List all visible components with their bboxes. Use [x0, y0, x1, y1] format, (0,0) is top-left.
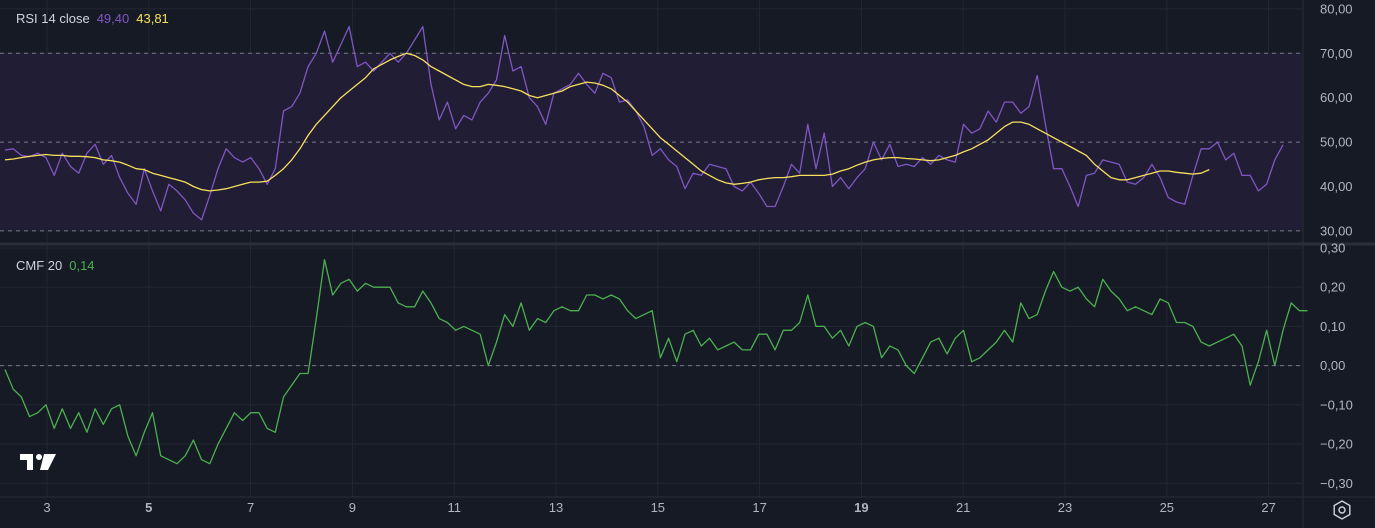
rsi-y-tick-label: 50,00: [1320, 135, 1353, 150]
x-tick-label: 15: [651, 500, 665, 515]
cmf-y-tick-label: −0,20: [1320, 437, 1353, 452]
rsi-y-tick-label: 30,00: [1320, 223, 1353, 238]
x-tick-label: 19: [854, 500, 868, 515]
x-tick-label: 11: [447, 500, 461, 515]
x-tick-label: 3: [43, 500, 50, 515]
x-tick-label: 27: [1261, 500, 1275, 515]
x-tick-label: 17: [752, 500, 766, 515]
rsi-pane[interactable]: [0, 25, 1302, 232]
x-tick-label: 5: [145, 500, 152, 515]
x-tick-label: 21: [956, 500, 970, 515]
rsi-y-tick-label: 80,00: [1320, 1, 1353, 16]
cmf-y-tick-label: 0,30: [1320, 240, 1345, 255]
rsi-y-tick-label: 70,00: [1320, 46, 1353, 61]
x-tick-label: 23: [1058, 500, 1072, 515]
x-tick-label: 13: [549, 500, 563, 515]
chart-canvas[interactable]: 80,0070,0060,0050,0040,0030,000,300,200,…: [0, 0, 1375, 528]
cmf-y-tick-label: 0,00: [1320, 358, 1345, 373]
settings-gear-icon[interactable]: [1331, 499, 1353, 521]
rsi-y-tick-label: 60,00: [1320, 90, 1353, 105]
cmf-y-tick-label: −0,10: [1320, 397, 1353, 412]
x-tick-label: 7: [247, 500, 254, 515]
cmf-y-tick-label: −0,30: [1320, 476, 1353, 491]
cmf-legend-title: CMF 20: [16, 258, 63, 273]
rsi-ma-value: 43,81: [136, 11, 169, 26]
rsi-legend[interactable]: RSI 14 close 49,40 43,81: [16, 11, 169, 26]
x-tick-label: 9: [349, 500, 356, 515]
cmf-value: 0,14: [69, 258, 95, 273]
cmf-y-tick-label: 0,20: [1320, 280, 1345, 295]
rsi-y-tick-label: 40,00: [1320, 179, 1353, 194]
tradingview-logo[interactable]: [20, 452, 58, 477]
rsi-value: 49,40: [96, 11, 130, 26]
rsi-legend-title: RSI 14 close: [16, 11, 90, 26]
cmf-y-tick-label: 0,10: [1320, 319, 1345, 334]
cmf-legend[interactable]: CMF 20 0,14: [16, 258, 95, 273]
x-tick-label: 25: [1160, 500, 1174, 515]
